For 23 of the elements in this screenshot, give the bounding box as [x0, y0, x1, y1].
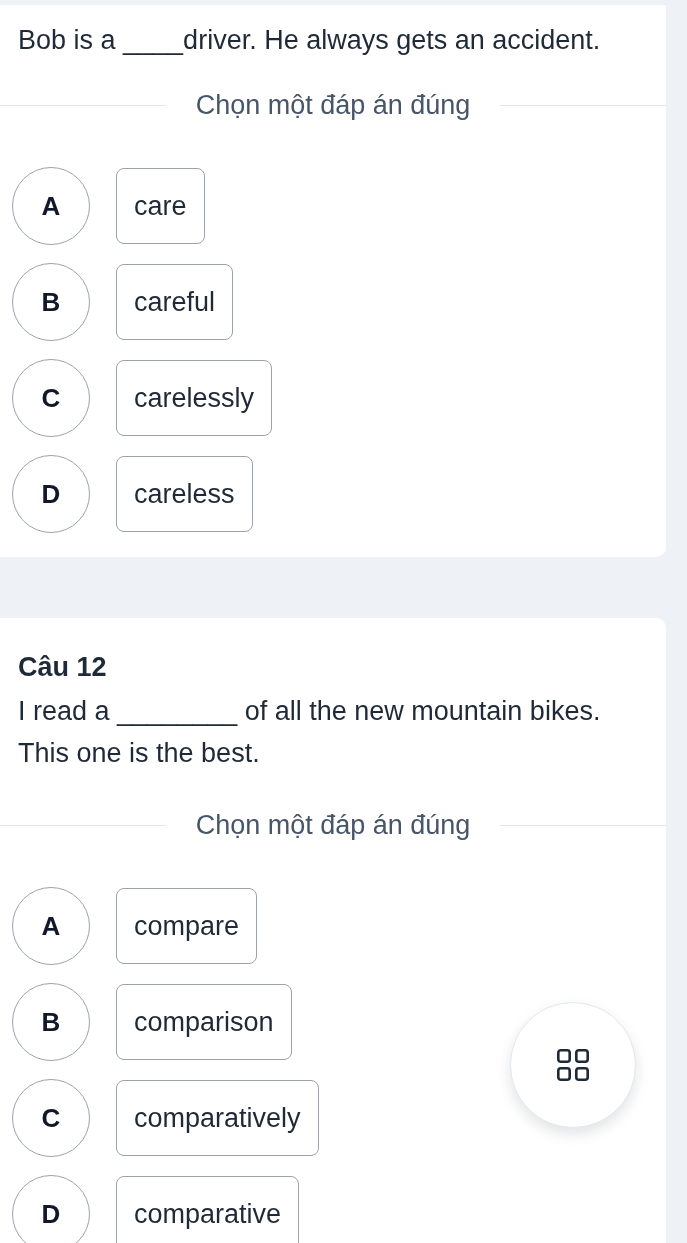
- option-letter[interactable]: A: [12, 167, 90, 245]
- option-letter[interactable]: C: [12, 1079, 90, 1157]
- question-text: This one is the best.: [17, 737, 261, 770]
- option-letter[interactable]: D: [12, 1175, 90, 1243]
- question-text: I read a ________ of all the new mountain bikes.: [17, 695, 602, 728]
- option-letter[interactable]: B: [12, 983, 90, 1061]
- option-letter[interactable]: D: [12, 455, 90, 533]
- prompt-label: Chọn một đáp án đúng: [195, 809, 471, 842]
- prompt-label: Chọn một đáp án đúng: [195, 89, 471, 122]
- option-letter[interactable]: C: [12, 359, 90, 437]
- option-button[interactable]: care: [116, 168, 205, 244]
- option-button[interactable]: careless: [116, 456, 253, 532]
- question-title: Câu 12: [17, 651, 108, 684]
- question-text: Bob is a ____driver. He always gets an accident.: [17, 24, 602, 57]
- option-button[interactable]: comparatively: [116, 1080, 319, 1156]
- option-button[interactable]: compare: [116, 888, 258, 964]
- option-button[interactable]: comparison: [116, 984, 292, 1060]
- grid-icon: [557, 1049, 589, 1081]
- option-letter[interactable]: B: [12, 263, 90, 341]
- option-letter[interactable]: A: [12, 887, 90, 965]
- option-button[interactable]: comparative: [116, 1176, 300, 1243]
- option-button[interactable]: carelessly: [116, 360, 273, 436]
- option-button[interactable]: careful: [116, 264, 234, 340]
